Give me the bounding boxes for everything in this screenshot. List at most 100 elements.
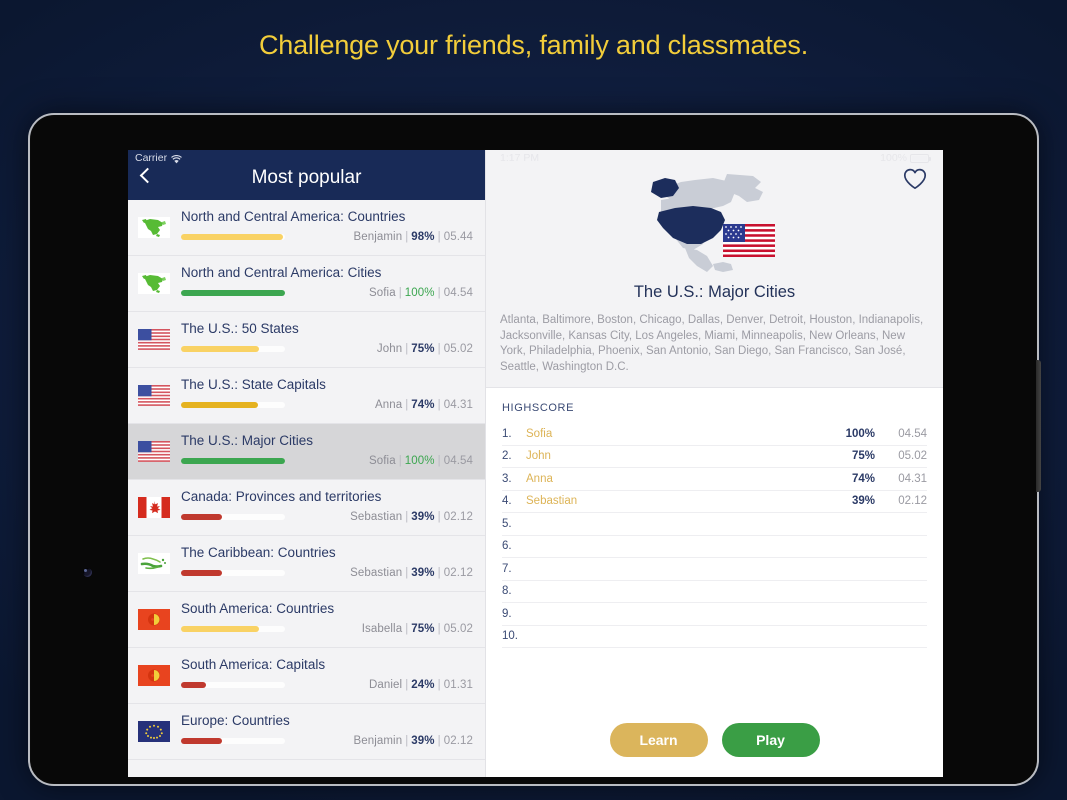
quiz-item-player: John [376,343,403,355]
south-america-flag-icon [138,608,170,630]
quiz-item-percent: 39% [411,567,435,579]
highscore-row: 10. [502,626,927,648]
quiz-item-title: The U.S.: 50 States [181,321,299,336]
separator: | [398,287,402,299]
progress-bar-fill [181,458,285,464]
favorite-button[interactable] [903,168,927,195]
quiz-item-percent: 100% [404,287,435,299]
quiz-item-body: North and Central America: Cities Sofia |… [181,263,473,299]
progress-bar-track [181,514,285,520]
tablet-device-frame: Carrier Most popular North and Central A… [28,113,1041,786]
caribbean-map-icon [138,552,170,574]
status-bar-left: Carrier [135,152,182,164]
play-button[interactable]: Play [721,723,820,757]
highscore-name: John [526,450,551,463]
quiz-description: Atlanta, Baltimore, Boston, Chicago, Dal… [500,314,924,373]
canada-flag-icon [138,496,170,518]
quiz-list-item[interactable]: Canada: Provinces and territories Sebast… [128,480,485,536]
quiz-item-title: North and Central America: Countries [181,209,406,224]
quiz-list-item[interactable]: South America: Countries Isabella | 75% | 05… [128,592,485,648]
quiz-item-body: Europe: Countries Benjamin | 39% | 02.12 [181,711,473,747]
quiz-item-title: South America: Countries [181,601,335,616]
highscore-rank: 2. [502,450,512,463]
highscore-row: 3. Anna 74% 04.31 [502,468,927,491]
quiz-list-item[interactable]: North and Central America: Countries Ben… [128,200,485,256]
quiz-item-meta: Isabella | 75% | 05.02 [181,623,473,635]
detail-header: 1:17 PM 100% The U.S.: Major Cities Atla… [486,150,943,388]
quiz-item-percent: 98% [411,231,435,243]
quiz-list-item[interactable]: The U.S.: 50 States John | 75% | 05.02 [128,312,485,368]
quiz-item-meta: Sebastian | 39% | 02.12 [181,511,473,523]
page-headline: Challenge your friends, family and class… [258,30,809,60]
carrier-label: Carrier [135,152,168,164]
heart-outline-icon [903,168,927,190]
highscore-row: 4. Sebastian 39% 02.12 [502,491,927,513]
highscore-row: 2. John 75% 05.02 [502,446,927,468]
canada-flag-icon [138,496,170,518]
progress-bar-fill [181,346,259,352]
quiz-item-percent: 39% [411,735,435,747]
quiz-item-meta: Benjamin | 98% | 05.44 [181,231,473,243]
south-america-flag-icon [138,664,170,686]
quiz-list-item[interactable]: The U.S.: State Capitals Anna | 74% | 04.31 [128,368,485,424]
highscore-rank: 8. [502,585,512,598]
quiz-item-percent: 39% [411,511,435,523]
highscore-percent: 74% [851,472,875,485]
quiz-item-percent: 100% [404,455,435,467]
progress-bar-fill [181,626,259,632]
south-america-flag-icon [138,664,170,686]
quiz-item-body: The Caribbean: Countries Sebastian | 39% | 0… [181,543,473,579]
quiz-list-item[interactable]: The U.S.: Major Cities Sofia | 100% | 04.54 [128,424,485,480]
europe-flag-icon [138,720,170,742]
quiz-list-item[interactable]: Europe: Countries Benjamin | 39% | 02.12 [128,704,485,760]
quiz-item-time: 04.54 [443,455,473,467]
learn-button[interactable]: Learn [609,723,708,757]
progress-bar-track [181,738,285,744]
separator: | [405,231,409,243]
quiz-list[interactable]: North and Central America: Countries Ben… [128,200,485,777]
quiz-item-meta: Benjamin | 39% | 02.12 [181,735,473,747]
us-flag-icon [138,384,170,406]
quiz-item-body: Canada: Provinces and territories Sebast… [181,487,473,523]
clock-label: 1:17 PM [500,152,540,164]
highscore-rank: 10. [502,630,518,643]
quiz-item-body: South America: Capitals Daniel | 24% | 01.31 [181,655,473,691]
north-america-map-icon [138,272,170,294]
progress-bar-fill [181,738,222,744]
quiz-list-item[interactable]: North and Central America: Cities Sofia |… [128,256,485,312]
progress-bar-fill [181,682,206,688]
quiz-item-time: 02.12 [443,567,473,579]
quiz-list-item[interactable]: South America: Capitals Daniel | 24% | 01.31 [128,648,485,704]
quiz-detail-pane: 1:17 PM 100% The U.S.: Major Cities Atla… [486,150,943,777]
tablet-side-button[interactable] [1036,360,1041,492]
south-america-flag-icon [138,608,170,630]
quiz-item-stats: John | 75% | 05.02 [285,343,473,355]
north-america-map-icon [138,216,170,238]
highscore-row: 9. [502,603,927,626]
progress-bar-track [181,626,285,632]
quiz-item-title: Europe: Countries [181,713,290,728]
separator: | [437,455,441,467]
highscore-name: Sofia [526,427,553,440]
quiz-item-title: North and Central America: Cities [181,265,382,280]
separator: | [437,399,441,411]
progress-bar-fill [181,514,222,520]
highscore-name: Sebastian [526,495,578,508]
progress-bar-track [181,682,285,688]
highscore-percent: 39% [851,495,875,508]
quiz-list-pane: Carrier Most popular North and Central A… [128,150,486,777]
quiz-item-body: The U.S.: State Capitals Anna | 74% | 04.31 [181,375,473,411]
highscore-time: 04.54 [898,427,927,440]
separator: | [437,343,441,355]
us-flag-icon [138,328,170,350]
separator: | [437,679,441,691]
progress-bar-track [181,234,285,240]
quiz-item-time: 05.02 [443,623,473,635]
quiz-item-meta: John | 75% | 05.02 [181,343,473,355]
quiz-item-stats: Sebastian | 39% | 02.12 [285,511,473,523]
quiz-list-item[interactable]: The Caribbean: Countries Sebastian | 39% | 0… [128,536,485,592]
us-flag-icon [138,440,170,462]
separator: | [437,511,441,523]
highscore-row: 7. [502,558,927,581]
action-button-bar: Learn Play [486,709,943,777]
